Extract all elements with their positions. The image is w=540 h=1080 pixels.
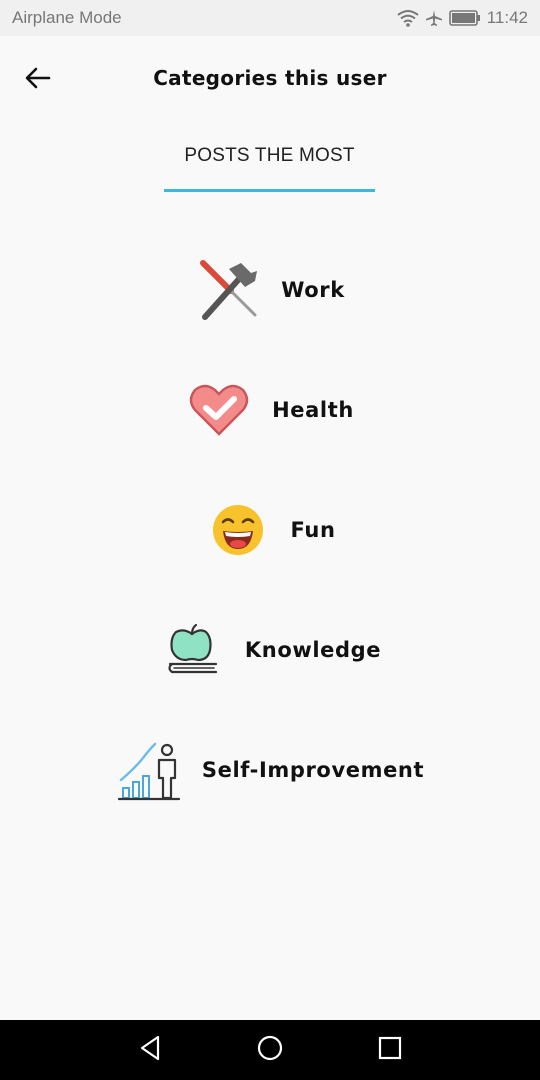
airplane-icon bbox=[425, 9, 443, 27]
nav-back-button[interactable] bbox=[134, 1034, 166, 1066]
status-icons: 11:42 bbox=[397, 8, 528, 28]
back-button[interactable] bbox=[20, 62, 56, 98]
category-label: Self-Improvement bbox=[201, 758, 425, 782]
recents-square-icon bbox=[378, 1036, 402, 1064]
home-circle-icon bbox=[256, 1034, 284, 1066]
back-triangle-icon bbox=[138, 1035, 162, 1065]
page-title: Categories this user bbox=[153, 65, 387, 90]
category-health[interactable]: Health bbox=[0, 370, 540, 450]
apple-on-book-icon bbox=[159, 617, 225, 683]
category-self-improvement[interactable]: Self-Improvement bbox=[0, 730, 540, 810]
status-time: 11:42 bbox=[486, 8, 528, 27]
category-label: Health bbox=[272, 398, 354, 422]
laughing-face-icon bbox=[205, 497, 271, 563]
category-fun[interactable]: Fun bbox=[0, 490, 540, 570]
nav-recents-button[interactable] bbox=[374, 1034, 406, 1066]
status-bar: Airplane Mode 11:42 bbox=[0, 0, 540, 36]
category-label: Work bbox=[281, 278, 345, 302]
tab-label: POSTS THE MOST bbox=[184, 145, 355, 166]
wifi-icon bbox=[397, 9, 419, 27]
growth-chart-person-icon bbox=[116, 737, 182, 803]
hammer-screwdriver-icon bbox=[195, 257, 261, 323]
tab-posts-the-most[interactable]: POSTS THE MOST bbox=[164, 130, 375, 192]
tab-indicator bbox=[164, 189, 375, 192]
category-work[interactable]: Work bbox=[0, 250, 540, 330]
system-nav-bar bbox=[0, 1020, 540, 1080]
category-label: Knowledge bbox=[244, 638, 382, 662]
arrow-left-icon bbox=[25, 67, 51, 93]
status-left-text: Airplane Mode bbox=[12, 8, 122, 27]
category-label: Fun bbox=[290, 518, 336, 542]
category-knowledge[interactable]: Knowledge bbox=[0, 610, 540, 690]
header: Categories this user bbox=[0, 36, 540, 120]
heart-check-icon bbox=[186, 377, 252, 443]
nav-home-button[interactable] bbox=[254, 1034, 286, 1066]
battery-icon bbox=[448, 10, 481, 26]
